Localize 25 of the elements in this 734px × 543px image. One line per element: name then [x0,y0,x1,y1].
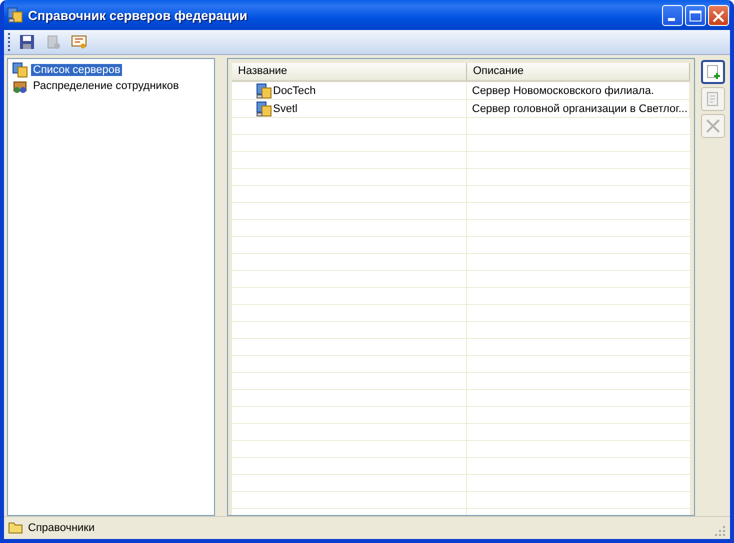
column-header[interactable]: Описание [467,63,690,80]
window-title: Справочник серверов федерации [28,8,248,22]
document-icon [705,91,721,107]
save-button[interactable] [17,32,37,52]
add-icon [705,64,721,80]
maximize-button[interactable] [685,4,706,26]
table-cell: Сервер головной организации в Светлог... [472,102,688,114]
tree-item[interactable]: Распределение сотрудников [31,80,181,92]
server-folder-icon [12,62,28,78]
table-cell: Svetl [273,102,298,114]
tree-item[interactable]: Список серверов [31,64,122,76]
close-button[interactable] [708,4,729,26]
delete-icon [705,118,721,134]
column-header[interactable]: Название [232,63,467,80]
status-text: Справочники [28,522,96,534]
folder-icon [8,520,24,536]
toolbar-grip-icon [8,33,11,51]
table-cell: DocTech [273,84,316,96]
add-button[interactable] [701,60,725,84]
server-icon [256,100,272,116]
resize-grip-icon [714,525,726,537]
minimize-button[interactable] [662,4,683,26]
server-folder-icon [7,7,23,23]
minimize-icon [668,18,675,20]
table-cell: Сервер Новомосковского филиала. [472,84,654,96]
